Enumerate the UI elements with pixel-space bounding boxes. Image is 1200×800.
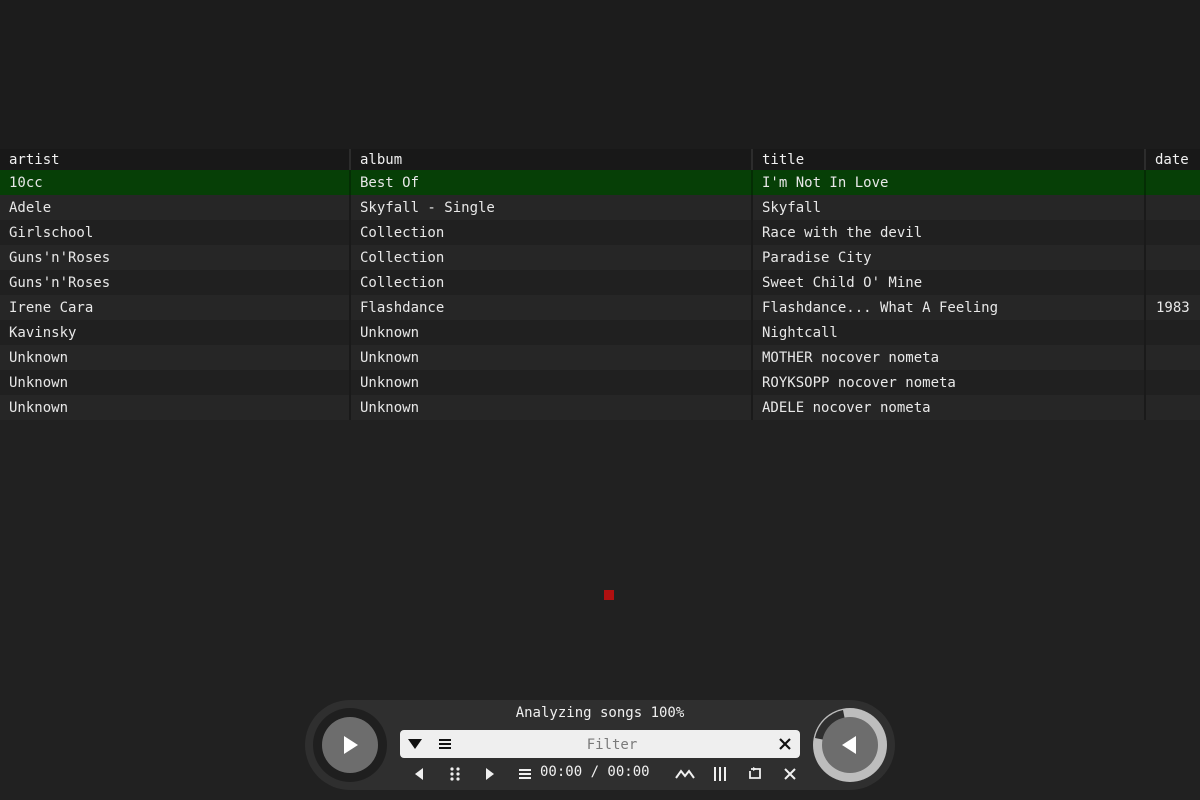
table-row[interactable]: Kavinsky Unknown Nightcall [0,320,1200,345]
next-track-button[interactable] [478,762,502,786]
cell-title: Paradise City [751,245,1145,270]
cell-album: Unknown [349,345,752,370]
music-player-app: artist album title date 10cc Best Of I'm N… [0,0,1200,800]
table-row[interactable]: 10cc Best Of I'm Not In Love [0,170,1200,195]
grip-icon [450,767,460,781]
table-header-row: artist album title date [0,149,1200,170]
player-control-bar: Analyzing songs 100% Filter 00:00 / 00:0… [305,700,895,790]
table-row[interactable]: Girlschool Collection Race with the devil [0,220,1200,245]
playlist-button[interactable] [513,762,537,786]
close-icon [779,738,791,750]
cell-album: Unknown [349,370,752,395]
previous-track-button[interactable] [407,762,431,786]
cell-date [1144,245,1200,270]
dropdown-icon [408,739,422,749]
close-player-button[interactable] [778,762,802,786]
columns-button[interactable] [708,762,732,786]
chevron-up-icon [675,769,695,779]
cell-title: I'm Not In Love [751,170,1145,195]
table-row[interactable]: Unknown Unknown MOTHER nocover nometa [0,345,1200,370]
cell-album: Unknown [349,320,752,345]
cell-date [1144,220,1200,245]
time-readout: 00:00 / 00:00 [540,764,650,780]
cell-artist: Unknown [0,345,350,370]
table-row[interactable]: Guns'n'Roses Collection Sweet Child O' Min… [0,270,1200,295]
list-icon [519,769,531,779]
filter-input[interactable] [460,733,764,757]
cell-date [1144,345,1200,370]
top-empty-area [0,0,1200,149]
cell-date [1144,195,1200,220]
cell-album: Collection [349,220,752,245]
menu-icon [439,739,451,749]
cell-title: Skyfall [751,195,1145,220]
table-row[interactable]: Unknown Unknown ADELE nocover nometa [0,395,1200,420]
cell-date [1144,395,1200,420]
cell-title: Sweet Child O' Mine [751,270,1145,295]
cell-album: Collection [349,270,752,295]
close-icon [784,768,796,780]
column-header-title[interactable]: title [751,149,1145,170]
filter-menu-button[interactable] [433,730,457,758]
playback-controls: 00:00 / 00:00 [400,762,800,786]
cell-title: ROYKSOPP nocover nometa [751,370,1145,395]
cell-artist: Unknown [0,395,350,420]
cell-artist: Guns'n'Roses [0,245,350,270]
status-indicator [604,590,614,600]
filter-clear-button[interactable] [773,730,797,758]
table-row[interactable]: Adele Skyfall - Single Skyfall [0,195,1200,220]
column-header-album[interactable]: album [349,149,752,170]
drag-handle[interactable] [443,762,467,786]
cell-date [1144,270,1200,295]
repeat-icon [749,767,761,779]
previous-icon [842,736,856,754]
previous-button[interactable] [813,708,887,782]
cell-artist: 10cc [0,170,350,195]
cell-date [1144,170,1200,195]
cell-title: MOTHER nocover nometa [751,345,1145,370]
column-header-artist[interactable]: artist [0,149,350,170]
status-text: Analyzing songs 100% [515,705,685,721]
cell-title: Race with the devil [751,220,1145,245]
cell-artist: Adele [0,195,350,220]
cell-artist: Kavinsky [0,320,350,345]
cell-artist: Irene Cara [0,295,350,320]
column-header-date[interactable]: date [1144,149,1200,170]
cell-album: Best Of [349,170,752,195]
cell-date [1144,320,1200,345]
expand-button[interactable] [673,762,697,786]
table-row[interactable]: Unknown Unknown ROYKSOPP nocover nometa [0,370,1200,395]
prev-small-icon [415,768,423,780]
cell-date: 1983 [1144,295,1200,320]
cell-title: Flashdance... What A Feeling [751,295,1145,320]
cell-title: Nightcall [751,320,1145,345]
cell-album: Skyfall - Single [349,195,752,220]
filter-bar [400,730,800,758]
cell-album: Collection [349,245,752,270]
repeat-button[interactable] [743,762,767,786]
table-row[interactable]: Irene Cara Flashdance Flashdance... What A… [0,295,1200,320]
cell-album: Unknown [349,395,752,420]
next-small-icon [486,768,494,780]
song-list: 10cc Best Of I'm Not In Love Adele Skyfall -… [0,170,1200,420]
cell-artist: Guns'n'Roses [0,270,350,295]
cell-artist: Girlschool [0,220,350,245]
cell-title: ADELE nocover nometa [751,395,1145,420]
song-table: artist album title date 10cc Best Of I'm N… [0,149,1200,420]
play-icon [344,736,358,754]
table-row[interactable]: Guns'n'Roses Collection Paradise City [0,245,1200,270]
filter-dropdown-button[interactable] [403,730,427,758]
cell-date [1144,370,1200,395]
cell-artist: Unknown [0,370,350,395]
columns-icon [714,767,726,781]
cell-album: Flashdance [349,295,752,320]
